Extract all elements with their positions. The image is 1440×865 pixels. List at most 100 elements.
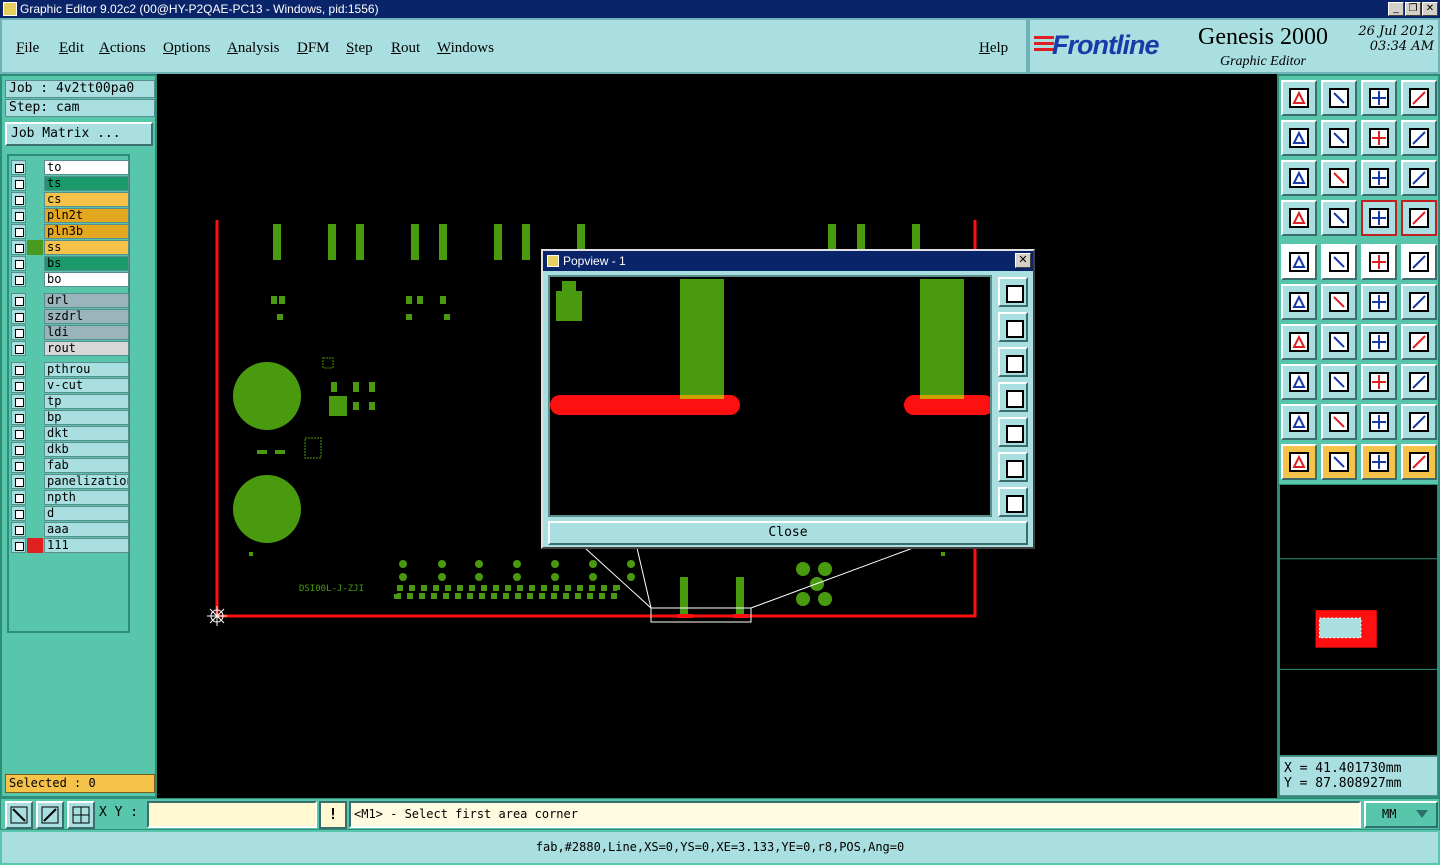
layer-name[interactable]: bs: [44, 256, 129, 271]
layer-name[interactable]: fab: [44, 458, 129, 473]
select-poly-button[interactable]: [1361, 444, 1397, 480]
layer-checkbox[interactable]: [11, 426, 26, 441]
layer-checkbox[interactable]: [11, 160, 26, 175]
layer-row-fab[interactable]: fab: [11, 458, 129, 473]
layer-name[interactable]: cs: [44, 192, 129, 207]
layer-name[interactable]: tp: [44, 394, 129, 409]
measure-button[interactable]: [36, 801, 64, 829]
add-pad-button[interactable]: [1281, 244, 1317, 280]
popview-zoom-fit-icon[interactable]: [998, 277, 1028, 307]
zoom-center-button[interactable]: [1321, 160, 1357, 196]
layer-checkbox[interactable]: [11, 378, 26, 393]
menu-edit[interactable]: Edit: [59, 40, 84, 57]
layer-display-swatch[interactable]: [27, 442, 43, 457]
layer-row-ldi[interactable]: ldi: [11, 325, 129, 340]
layer-checkbox[interactable]: [11, 522, 26, 537]
layer-row-cs[interactable]: cs: [11, 192, 129, 207]
layer-checkbox[interactable]: [11, 410, 26, 425]
layer-checkbox[interactable]: [11, 325, 26, 340]
swap-button[interactable]: [1361, 120, 1397, 156]
job-matrix-button[interactable]: Job Matrix ...: [5, 122, 153, 146]
net-button[interactable]: [1281, 284, 1317, 320]
layer-name[interactable]: ts: [44, 176, 129, 191]
layer-name[interactable]: pln3b: [44, 224, 129, 239]
minimize-button[interactable]: _: [1388, 2, 1404, 16]
layer-name[interactable]: ss: [44, 240, 129, 255]
menu-windows[interactable]: Windows: [437, 40, 494, 57]
layer-checkbox[interactable]: [11, 240, 26, 255]
menu-rout[interactable]: Rout: [391, 40, 420, 57]
triangle2-button[interactable]: [1321, 404, 1357, 440]
move-point-button[interactable]: [1281, 364, 1317, 400]
layer-row-panelization[interactable]: panelization: [11, 474, 129, 489]
layer-checkbox[interactable]: [11, 224, 26, 239]
add-line-button[interactable]: [1321, 244, 1357, 280]
angle-button[interactable]: [1281, 324, 1317, 360]
menu-dfm[interactable]: DFM: [297, 40, 330, 57]
warning-button[interactable]: !: [319, 801, 347, 829]
close-window-button[interactable]: ✕: [1422, 2, 1438, 16]
layer-row-bp[interactable]: bp: [11, 410, 129, 425]
layer-checkbox[interactable]: [11, 394, 26, 409]
layer-name[interactable]: pthrou: [44, 362, 129, 377]
add-surface-button[interactable]: [1401, 244, 1437, 280]
arc-button[interactable]: [1361, 324, 1397, 360]
menu-step[interactable]: Step: [346, 40, 373, 57]
properties-button[interactable]: [1281, 200, 1317, 236]
layer-name[interactable]: d: [44, 506, 129, 521]
popview-pan-down-icon[interactable]: [998, 347, 1028, 377]
popview-pan-right-icon[interactable]: [998, 417, 1028, 447]
popview-close-x-button[interactable]: ✕: [1015, 253, 1031, 268]
layer-row-pln2t[interactable]: pln2t: [11, 208, 129, 223]
help-button[interactable]: [1401, 160, 1437, 196]
layer-display-swatch[interactable]: [27, 362, 43, 377]
layer-display-swatch[interactable]: [27, 192, 43, 207]
layer-name[interactable]: bp: [44, 410, 129, 425]
select-box-button[interactable]: [1321, 444, 1357, 480]
layer-name[interactable]: to: [44, 160, 129, 175]
layer-checkbox[interactable]: [11, 309, 26, 324]
layer-row-pln3b[interactable]: pln3b: [11, 224, 129, 239]
grid-button[interactable]: [1321, 200, 1357, 236]
layer-name[interactable]: drl: [44, 293, 129, 308]
layer-display-swatch[interactable]: [27, 256, 43, 271]
menu-analysis[interactable]: Analysis: [227, 40, 280, 57]
layer-display-swatch[interactable]: [27, 160, 43, 175]
layer-display-swatch[interactable]: [27, 325, 43, 340]
select-button[interactable]: [1281, 444, 1317, 480]
layer-row-111[interactable]: 111: [11, 538, 129, 553]
popview-zoom-in-icon[interactable]: [998, 452, 1028, 482]
layer-row-d[interactable]: d: [11, 506, 129, 521]
layer-row-drl[interactable]: drl: [11, 293, 129, 308]
layer-down-button[interactable]: [1401, 200, 1437, 236]
popview-canvas[interactable]: [548, 275, 992, 517]
layer-name[interactable]: pln2t: [44, 208, 129, 223]
segment-button[interactable]: [1321, 364, 1357, 400]
layer-display-swatch[interactable]: [27, 224, 43, 239]
layer-display-swatch[interactable]: [27, 426, 43, 441]
layer-display-swatch[interactable]: [27, 378, 43, 393]
maximize-button[interactable]: ❐: [1405, 2, 1421, 16]
layer-row-rout[interactable]: rout: [11, 341, 129, 356]
triangle4-button[interactable]: [1401, 404, 1437, 440]
select-net-button[interactable]: [1401, 444, 1437, 480]
triangle-button[interactable]: [1281, 404, 1317, 440]
layer-name[interactable]: rout: [44, 341, 129, 356]
layer-name[interactable]: szdrl: [44, 309, 129, 324]
pan-right-button[interactable]: [1321, 120, 1357, 156]
menu-options[interactable]: Options: [163, 40, 211, 57]
popview-close-button[interactable]: Close: [548, 521, 1028, 545]
layer-checkbox[interactable]: [11, 490, 26, 505]
line-point-button[interactable]: [1361, 284, 1397, 320]
layer-row-npth[interactable]: npth: [11, 490, 129, 505]
layer-name[interactable]: aaa: [44, 522, 129, 537]
layer-row-ss[interactable]: ss: [11, 240, 129, 255]
layer-row-dkt[interactable]: dkt: [11, 426, 129, 441]
layer-name[interactable]: v-cut: [44, 378, 129, 393]
grid-snap-button[interactable]: [67, 801, 95, 829]
layer-row-bs[interactable]: bs: [11, 256, 129, 271]
zoom-down-button[interactable]: [1321, 80, 1357, 116]
layer-display-swatch[interactable]: [27, 208, 43, 223]
layer-checkbox[interactable]: [11, 341, 26, 356]
diagonal-button[interactable]: [1321, 324, 1357, 360]
